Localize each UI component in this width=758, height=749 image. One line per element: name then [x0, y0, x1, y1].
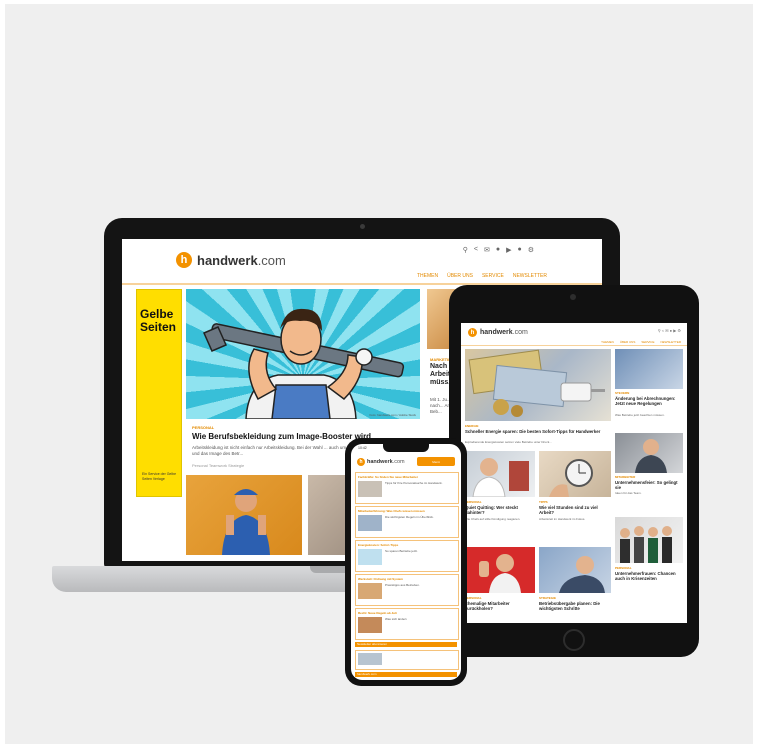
- phone-list-item[interactable]: Recht: Neue Regeln ab Juli Was sich ände…: [355, 608, 459, 640]
- phone-menu-button[interactable]: Menü: [417, 457, 455, 466]
- tablet-grid-thumb-3[interactable]: [465, 547, 535, 593]
- tablet-screen: h handwerk.com ⚲ < ✉ ● ▶ ⚙ THEMEN ÜBER U…: [461, 323, 687, 623]
- tablet-grid-kicker-2: TIPPS: [539, 500, 548, 504]
- article-kicker: PERSONAL: [192, 425, 215, 430]
- instagram-icon[interactable]: ●: [517, 246, 521, 254]
- tablet-grid-thumb-1[interactable]: [465, 451, 535, 497]
- tablet-right-thumb-1[interactable]: [615, 349, 683, 389]
- main-nav: THEMEN ÜBER UNS SERVICE NEWSLETTER: [417, 273, 547, 279]
- tablet-header: h handwerk.com ⚲ < ✉ ● ▶ ⚙: [461, 323, 687, 341]
- tablet-nav-themen[interactable]: THEMEN: [601, 340, 614, 344]
- mail-icon[interactable]: ✉: [484, 246, 490, 254]
- tablet-main-image[interactable]: [465, 349, 611, 421]
- phone-notch: [383, 444, 429, 452]
- tablet-divider: [461, 345, 687, 346]
- tablet-grid-title-4[interactable]: Betriebsübergabe planen: Die wichtigsten…: [539, 601, 611, 611]
- phone-list-item[interactable]: Mitarbeiterführung: Was Chefs wissen müs…: [355, 506, 459, 538]
- tablet-grid-thumb-2[interactable]: [539, 451, 611, 497]
- group-photo: [620, 526, 672, 563]
- money-plug-image: [468, 349, 605, 417]
- settings-icon[interactable]: ⚙: [528, 246, 534, 254]
- tablet-camera: [570, 294, 576, 300]
- article-thumbnail-worker[interactable]: [186, 475, 302, 555]
- tablet-right-kicker-1: STEUERN: [615, 391, 630, 395]
- clock-photo: [549, 459, 593, 497]
- worker-photo: [222, 489, 270, 555]
- tablet-article-text: Explodierende Energiekosten setzen viele…: [465, 440, 552, 444]
- tablet-nav: THEMEN ÜBER UNS SERVICE NEWSLETTER: [601, 340, 681, 344]
- phone-screen: 10:42 h handwerk.com Menü Fachkräfte: So…: [351, 444, 461, 680]
- tablet-right-title-3[interactable]: Unternehmerfrauen: Chancen auch in Krise…: [615, 571, 683, 581]
- tablet-right-thumb-2[interactable]: [615, 433, 683, 473]
- tablet-right-text-1: Was Betriebe jetzt beachten müssen.: [615, 413, 665, 417]
- tablet-grid-kicker-4: STRATEGIE: [539, 596, 556, 600]
- tablet-nav-ueber-uns[interactable]: ÜBER UNS: [620, 340, 636, 344]
- tablet-right-kicker-3: PERSONAL: [615, 566, 632, 570]
- search-icon[interactable]: ⚲: [463, 246, 468, 254]
- handwerk-logo-icon: h: [176, 252, 192, 268]
- man-photo: [472, 458, 529, 497]
- tablet-right-title-1[interactable]: Änderung bei Abrechnungen: Jetzt neue Re…: [615, 396, 683, 406]
- worker-illustration: [203, 308, 405, 419]
- handwerk-logo-icon: h: [468, 328, 477, 337]
- tablet-nav-newsletter[interactable]: NEWSLETTER: [660, 340, 681, 344]
- article-tags[interactable]: Personal Teamwork Strategie: [192, 463, 244, 468]
- phone-list-item[interactable]: Werkstatt: Ordnung mit System Praxistipp…: [355, 574, 459, 606]
- phone-logo[interactable]: h handwerk.com: [357, 458, 405, 466]
- tablet-grid-kicker-3: PERSONAL: [465, 596, 482, 600]
- share-icon[interactable]: <: [474, 246, 478, 254]
- tablet-right-title-2[interactable]: Unternehmensfeier: So gelingt sie: [615, 480, 683, 490]
- tablet-article-kicker: ENERGIE: [465, 424, 479, 428]
- youtube-icon[interactable]: ▶: [506, 246, 511, 254]
- nav-item-ueber-uns[interactable]: ÜBER UNS: [447, 273, 473, 279]
- nav-item-themen[interactable]: THEMEN: [417, 273, 438, 279]
- phone-item-thumb: [358, 481, 382, 497]
- phone-item-thumb: [358, 515, 382, 531]
- phone-item-thumb: [358, 653, 382, 665]
- header-icons: ⚲ < ✉ ● ▶ ● ⚙: [463, 246, 534, 254]
- phone-item-thumb: [358, 583, 382, 599]
- sleeping-man-photo: [559, 556, 605, 593]
- tablet-article-title[interactable]: Schneller Energie sparen: Die besten Sof…: [465, 429, 611, 434]
- smartphone: 10:42 h handwerk.com Menü Fachkräfte: So…: [345, 438, 467, 686]
- tablet: h handwerk.com ⚲ < ✉ ● ▶ ⚙ THEMEN ÜBER U…: [449, 285, 699, 657]
- phone-footer-bar: handwerk.com: [355, 672, 457, 677]
- site-logo[interactable]: h handwerk.com: [176, 252, 286, 268]
- facebook-icon[interactable]: ●: [496, 246, 500, 254]
- handwerk-logo-icon: h: [357, 458, 365, 466]
- phone-newsletter-bar[interactable]: Newsletter abonnieren: [355, 642, 457, 647]
- nav-item-newsletter[interactable]: NEWSLETTER: [513, 273, 547, 279]
- tablet-home-button[interactable]: [563, 629, 585, 651]
- tablet-grid-text-1: Wie Chefs auf stille Kündigung reagieren…: [465, 517, 521, 521]
- tablet-right-kicker-2: MITARBEITER: [615, 475, 636, 479]
- stop-hand-photo: [479, 554, 521, 593]
- site-header: h handwerk.com ⚲ < ✉ ● ▶ ● ⚙ THEMEN ÜBER…: [122, 239, 602, 285]
- phone-list-item[interactable]: Fachkräfte: So finden Sie neue Mitarbeit…: [355, 472, 459, 504]
- tablet-header-icons[interactable]: ⚲ < ✉ ● ▶ ⚙: [658, 328, 681, 333]
- phone-item-thumb: [358, 549, 382, 565]
- hero-image[interactable]: Foto: handwerk.com / Adobe Stock: [186, 289, 420, 419]
- tablet-right-text-2: Ideen für das Team.: [615, 491, 642, 495]
- phone-list-item[interactable]: Energiekosten: Sofort-Tipps So sparen Be…: [355, 540, 459, 572]
- tablet-right-thumb-3[interactable]: [615, 517, 683, 563]
- laptop-camera: [360, 224, 365, 229]
- tablet-grid-title-1[interactable]: Quiet Quitting: Wer steckt dahinter?: [465, 505, 535, 515]
- tablet-grid-thumb-4[interactable]: [539, 547, 611, 593]
- tablet-grid-text-2: Arbeitszeit im Handwerk im Fokus.: [539, 517, 586, 521]
- gelbe-seiten-ad[interactable]: Gelbe Seiten Ein Service der Gelbe Seiten…: [136, 289, 182, 497]
- tablet-grid-title-3[interactable]: Ehemalige Mitarbeiter zurückholen?: [465, 601, 535, 611]
- tablet-logo[interactable]: h handwerk.com: [468, 328, 528, 337]
- tablet-grid-kicker-1: PERSONAL: [465, 500, 482, 504]
- tablet-nav-service[interactable]: SERVICE: [641, 340, 654, 344]
- phone-list-item[interactable]: [355, 650, 459, 670]
- man-portrait: [635, 439, 667, 473]
- phone-status-time: 10:42: [358, 446, 367, 450]
- phone-item-thumb: [358, 617, 382, 633]
- nav-item-service[interactable]: SERVICE: [482, 273, 504, 279]
- tablet-grid-title-2[interactable]: Wie viel Stunden sind zu viel Arbeit?: [539, 505, 611, 515]
